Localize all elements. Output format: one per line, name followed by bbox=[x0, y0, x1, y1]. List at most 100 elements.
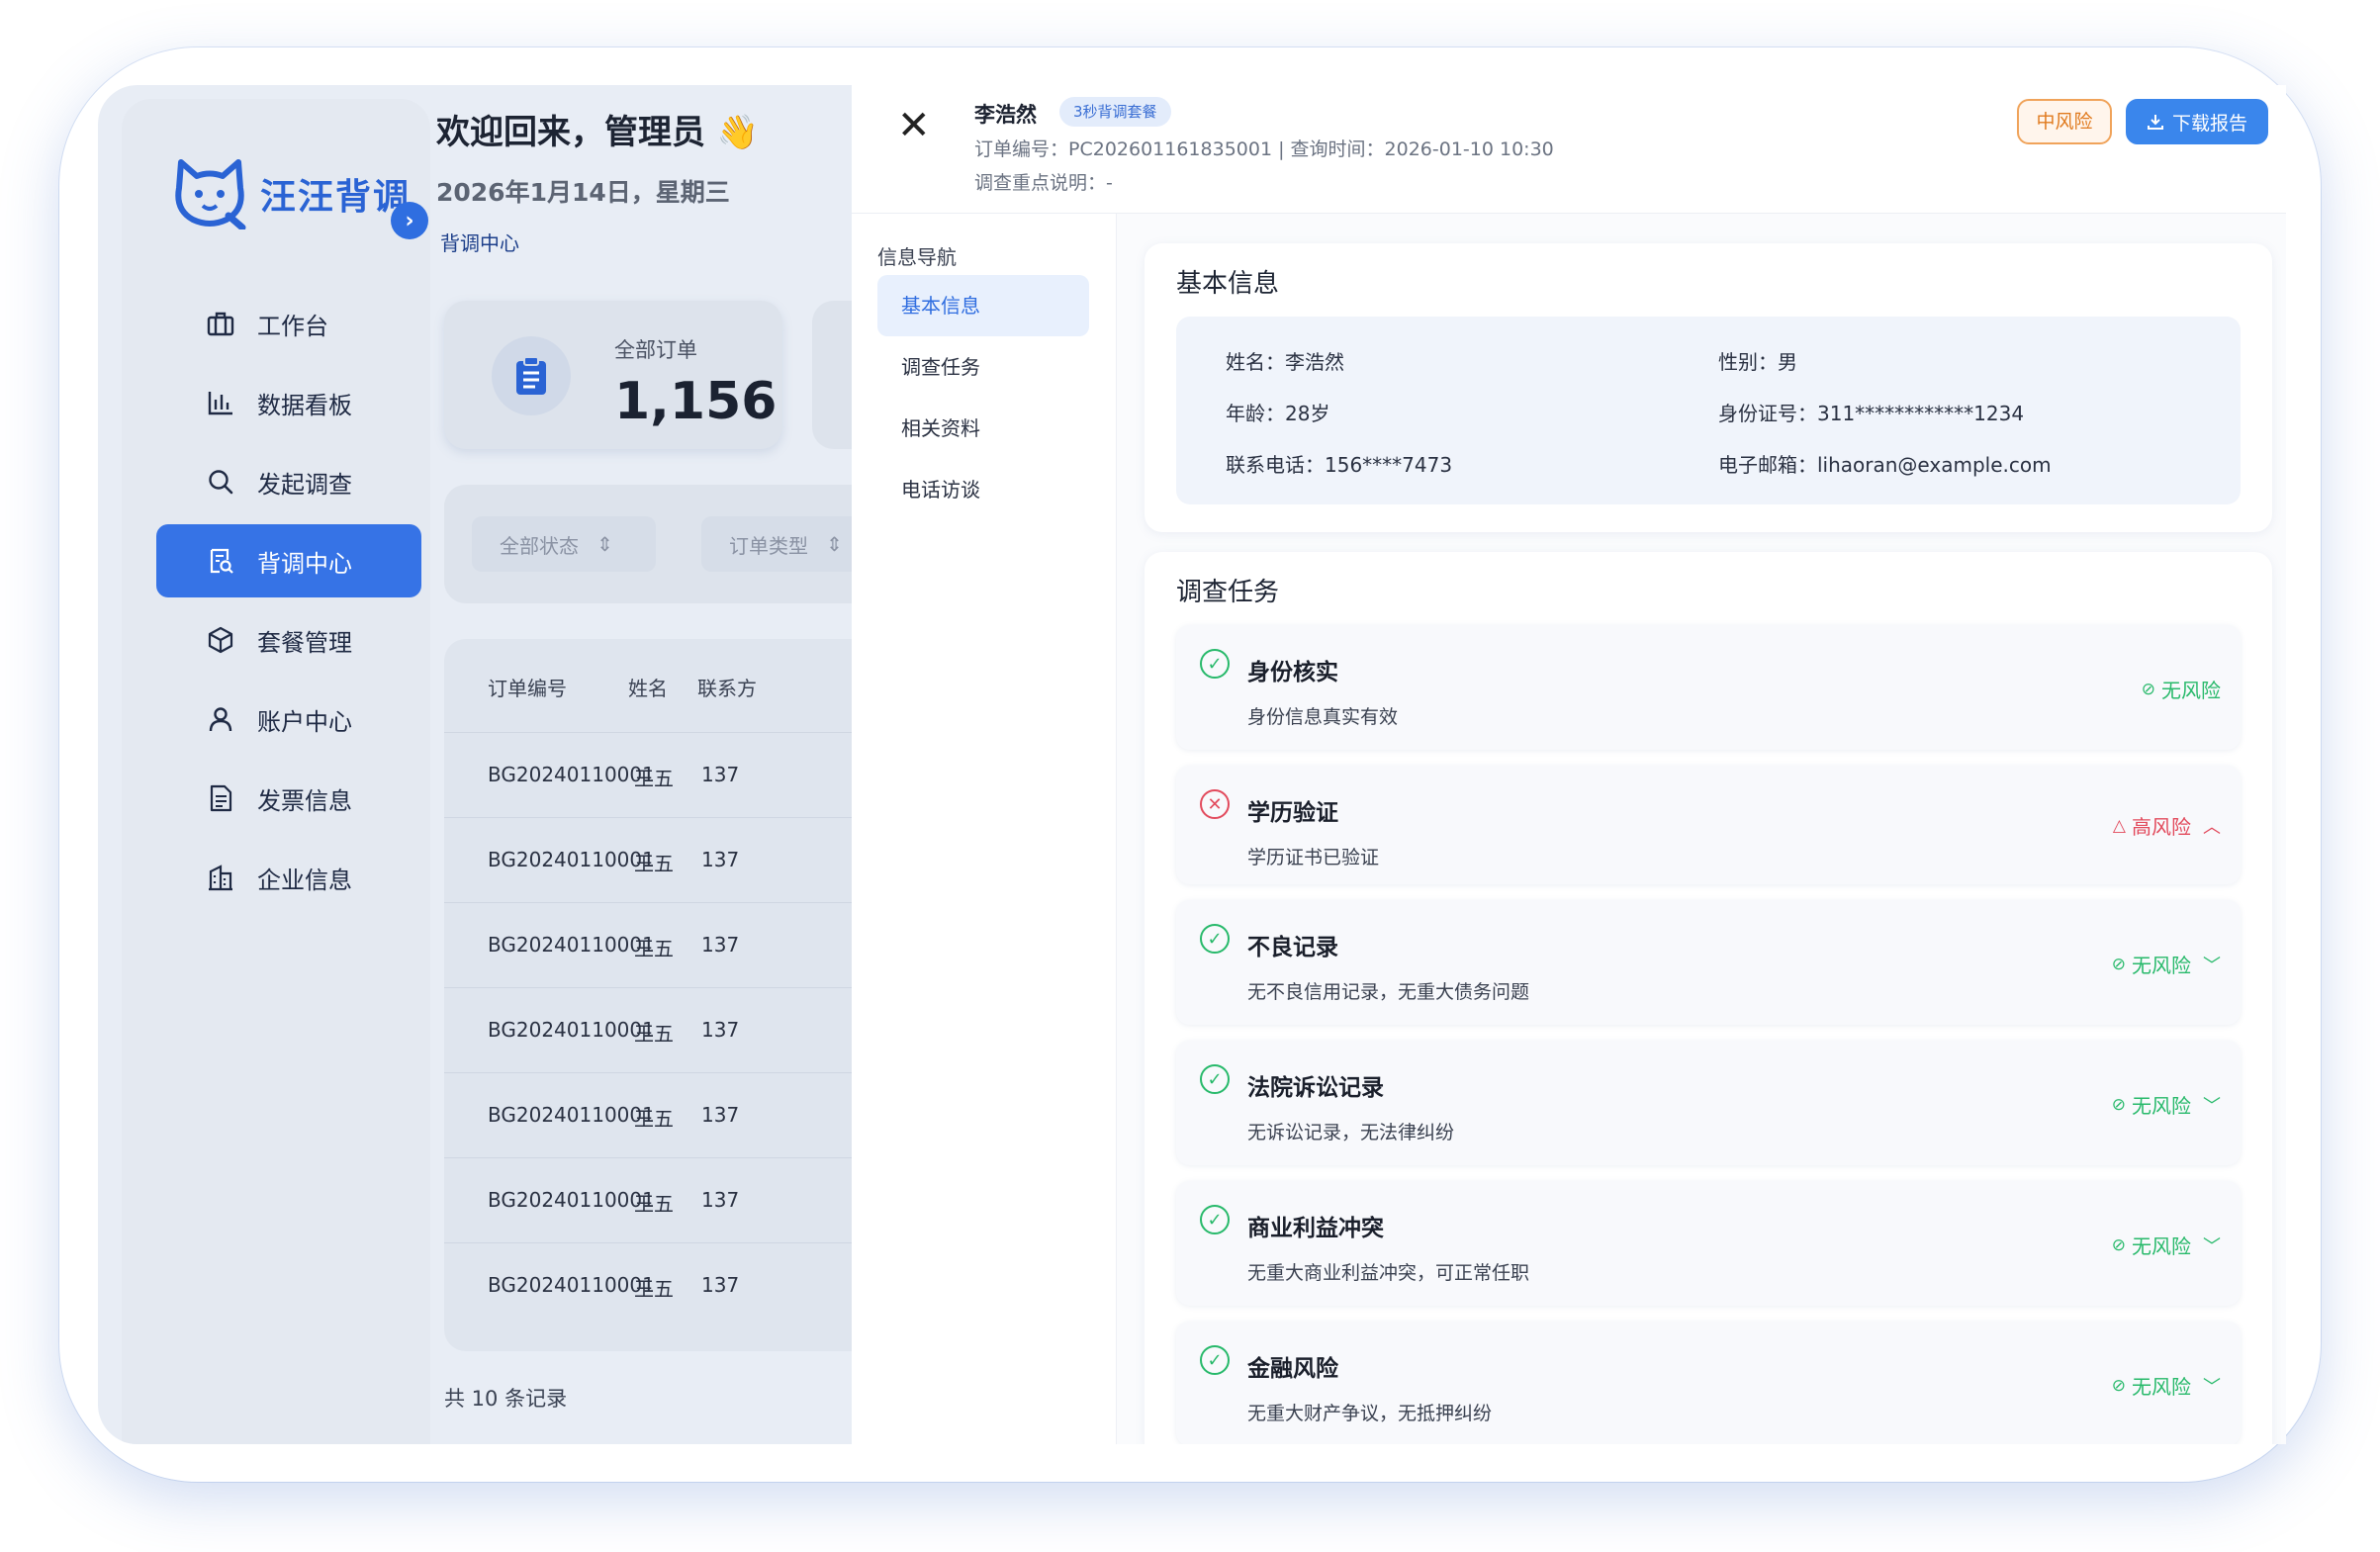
table-row[interactable]: BG20240110001 王五 137 bbox=[444, 817, 879, 902]
check-circle-icon: ✓ bbox=[1200, 1345, 1230, 1375]
task-title: 身份核实 bbox=[1247, 660, 1338, 685]
task-desc: 无重大商业利益冲突，可正常任职 bbox=[1247, 1262, 1530, 1284]
task-title: 法院诉讼记录 bbox=[1247, 1075, 1384, 1101]
status-filter-select[interactable]: 全部状态 ⇕ bbox=[472, 516, 656, 572]
table-row[interactable]: BG20240110001 王五 137 bbox=[444, 1157, 879, 1242]
sidebar-item-packages[interactable]: 套餐管理 bbox=[156, 603, 421, 677]
drawer-header: ✕ 李浩然 3秒背调套餐 订单编号：PC202601161835001 | 查询… bbox=[852, 85, 2286, 214]
cell-order-id: BG20240110001 bbox=[488, 933, 655, 957]
cell-order-id: BG20240110001 bbox=[488, 848, 655, 871]
table-row[interactable]: BG20240110001 王五 137 bbox=[444, 732, 879, 817]
check-circle-icon: ⊘ bbox=[2111, 1094, 2126, 1115]
field-phone: 联系电话：156****7473 bbox=[1226, 453, 1453, 477]
overall-risk-badge: 中风险 bbox=[2017, 99, 2112, 144]
task-status-label: 无风险 bbox=[2161, 679, 2221, 702]
chevron-right-icon: › bbox=[405, 208, 414, 233]
download-report-button[interactable]: 下载报告 bbox=[2126, 99, 2268, 144]
task-status[interactable]: △ 高风险 ︿ bbox=[2113, 811, 2221, 840]
column-header-name: 姓名 bbox=[628, 677, 668, 700]
task-status-label: 无风险 bbox=[2132, 1094, 2191, 1118]
info-nav-basic[interactable]: 基本信息 bbox=[877, 275, 1089, 336]
chevron-down-icon: ﹀ bbox=[2203, 1235, 2221, 1257]
task-title: 学历验证 bbox=[1247, 800, 1338, 826]
task-status[interactable]: ⊘ 无风险 ﹀ bbox=[2112, 1231, 2221, 1259]
welcome-title: 欢迎回来，管理员 👋 bbox=[436, 113, 760, 152]
task-item-court[interactable]: ✓ 法院诉讼记录 无诉讼记录，无法律纠纷 ⊘ 无风险 ﹀ bbox=[1176, 1041, 2241, 1165]
cell-order-id: BG20240110001 bbox=[488, 763, 655, 786]
field-email: 电子邮箱：lihaoran@example.com bbox=[1718, 453, 2052, 477]
task-status[interactable]: ⊘ 无风险 ﹀ bbox=[2112, 1090, 2221, 1119]
sidebar-item-label: 企业信息 bbox=[257, 866, 352, 894]
welcome-header: 欢迎回来，管理员 👋 2026年1月14日，星期三 bbox=[436, 105, 759, 209]
task-status[interactable]: ⊘ 无风险 ﹀ bbox=[2112, 950, 2221, 978]
detail-drawer: ✕ 李浩然 3秒背调套餐 订单编号：PC202601161835001 | 查询… bbox=[852, 85, 2286, 1444]
check-circle-icon: ✓ bbox=[1200, 1064, 1230, 1094]
tasks-title: 调查任务 bbox=[1176, 578, 1280, 607]
check-circle-icon: ⊘ bbox=[2111, 1375, 2126, 1396]
app-screen: 汪汪背调 工作台 数据看板 发起调查 背调中心 套餐管理 账户中心 发票信息 企… bbox=[98, 85, 2286, 1444]
close-icon[interactable]: ✕ bbox=[897, 103, 931, 148]
task-item-financial-risk[interactable]: ✓ 金融风险 无重大财产争议，无抵押纠纷 ⊘ 无风险 ﹀ bbox=[1176, 1322, 2241, 1444]
table-row[interactable]: BG20240110001 王五 137 bbox=[444, 1242, 879, 1327]
sidebar-item-label: 数据看板 bbox=[257, 391, 352, 419]
breadcrumb[interactable]: 背调中心 bbox=[440, 228, 519, 256]
sidebar-item-workbench[interactable]: 工作台 bbox=[156, 287, 421, 360]
stat-card-all-orders[interactable]: 全部订单 1,156 bbox=[444, 301, 782, 449]
sidebar-item-account[interactable]: 账户中心 bbox=[156, 683, 421, 756]
table-header: 订单编号 姓名 联系方 bbox=[444, 639, 879, 732]
cell-name: 王五 bbox=[634, 937, 674, 960]
task-item-business-conflict[interactable]: ✓ 商业利益冲突 无重大商业利益冲突，可正常任职 ⊘ 无风险 ﹀ bbox=[1176, 1181, 2241, 1306]
cell-order-id: BG20240110001 bbox=[488, 1103, 655, 1127]
check-circle-icon: ⊘ bbox=[2141, 679, 2155, 699]
task-title: 金融风险 bbox=[1247, 1356, 1338, 1382]
cell-order-id: BG20240110001 bbox=[488, 1273, 655, 1297]
filter-bar: 全部状态 ⇕ 订单类型 ⇕ bbox=[444, 485, 899, 603]
check-circle-icon: ⊘ bbox=[2111, 954, 2126, 974]
clipboard-icon bbox=[492, 336, 571, 415]
info-nav-phone-interview[interactable]: 电话访谈 bbox=[877, 459, 1089, 520]
cell-contact: 137 bbox=[701, 1188, 740, 1212]
sidebar-item-label: 发起调查 bbox=[257, 470, 352, 499]
info-nav-tasks[interactable]: 调查任务 bbox=[877, 336, 1089, 398]
type-filter-value: 订单类型 bbox=[729, 533, 808, 558]
task-status[interactable]: ⊘ 无风险 ﹀ bbox=[2112, 1371, 2221, 1400]
sidebar-item-invoice[interactable]: 发票信息 bbox=[156, 762, 421, 835]
task-desc: 无重大财产争议，无抵押纠纷 bbox=[1247, 1403, 1493, 1424]
search-icon bbox=[206, 467, 235, 497]
table-row[interactable]: BG20240110001 王五 137 bbox=[444, 902, 879, 987]
sort-arrows-icon: ⇕ bbox=[596, 532, 613, 556]
task-desc: 身份信息真实有效 bbox=[1247, 706, 1399, 728]
cell-contact: 137 bbox=[701, 848, 740, 871]
task-status-label: 无风险 bbox=[2132, 954, 2191, 977]
cell-name: 王五 bbox=[634, 767, 674, 790]
cell-contact: 137 bbox=[701, 1273, 740, 1297]
stat-value: 1,156 bbox=[614, 372, 778, 431]
chevron-down-icon: ﹀ bbox=[2203, 1376, 2221, 1398]
logo: 汪汪背调 bbox=[171, 158, 411, 229]
field-name: 姓名：李浩然 bbox=[1226, 350, 1344, 374]
cell-contact: 137 bbox=[701, 1018, 740, 1042]
warning-triangle-icon: △ bbox=[2112, 815, 2126, 836]
table-row[interactable]: BG20240110001 王五 137 bbox=[444, 1072, 879, 1157]
investigation-tasks-panel: 调查任务 ✓ 身份核实 身份信息真实有效 ⊘ 无风险 ✕ 学历验证 学历证书已验… bbox=[1144, 552, 2272, 1444]
package-badge: 3秒背调套餐 bbox=[1059, 97, 1171, 127]
sidebar-item-check-center[interactable]: 背调中心 bbox=[156, 524, 421, 597]
sidebar-item-dashboard[interactable]: 数据看板 bbox=[156, 366, 421, 439]
sidebar-item-company[interactable]: 企业信息 bbox=[156, 841, 421, 914]
field-id-card: 身份证号：311************1234 bbox=[1718, 402, 2025, 425]
invoice-icon bbox=[206, 783, 235, 813]
sidebar-item-label: 套餐管理 bbox=[257, 628, 352, 657]
cell-contact: 137 bbox=[701, 763, 740, 786]
sidebar-item-start-investigation[interactable]: 发起调查 bbox=[156, 445, 421, 518]
task-item-bad-record[interactable]: ✓ 不良记录 无不良信用记录，无重大债务问题 ⊘ 无风险 ﹀ bbox=[1176, 900, 2241, 1025]
cell-contact: 137 bbox=[701, 1103, 740, 1127]
table-row[interactable]: BG20240110001 王五 137 bbox=[444, 987, 879, 1072]
task-status-label: 无风险 bbox=[2132, 1375, 2191, 1399]
task-item-identity[interactable]: ✓ 身份核实 身份信息真实有效 ⊘ 无风险 bbox=[1176, 625, 2241, 750]
task-item-education[interactable]: ✕ 学历验证 学历证书已验证 △ 高风险 ︿ bbox=[1176, 766, 2241, 884]
column-header-contact: 联系方 bbox=[697, 677, 757, 700]
info-nav-documents[interactable]: 相关资料 bbox=[877, 398, 1089, 459]
collapse-sidebar-button[interactable]: › bbox=[391, 202, 428, 239]
cell-order-id: BG20240110001 bbox=[488, 1188, 655, 1212]
basic-info-box: 姓名：李浩然 性别：男 年龄：28岁 身份证号：311************1… bbox=[1176, 317, 2241, 504]
